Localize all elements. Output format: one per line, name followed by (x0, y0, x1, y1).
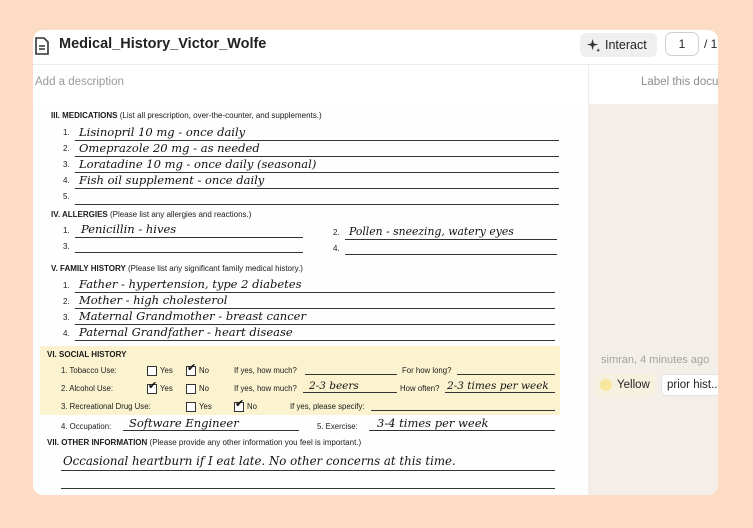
sparkle-icon (586, 38, 601, 52)
comment-meta: simran, 4 minutes ago (601, 354, 710, 366)
drug-yes-checkbox[interactable] (186, 402, 196, 412)
color-tag-label: Yellow (617, 379, 650, 391)
medication-2: Omeprazole 20 mg - as needed (79, 141, 260, 155)
drug-no-label: No (247, 402, 257, 411)
occupation-line (123, 430, 299, 431)
family-num-2: 2. (63, 297, 70, 306)
tobacco-yes-label: Yes (160, 366, 173, 375)
page-number-input[interactable]: 1 (665, 32, 699, 56)
color-tag-yellow[interactable]: Yellow (595, 374, 655, 396)
family-history-3: Maternal Grandmother - breast cancer (79, 309, 306, 323)
family-history-2: Mother - high cholesterol (79, 293, 228, 307)
alcohol-frequency: 2-3 times per week (447, 380, 549, 392)
yellow-dot-icon (600, 379, 612, 391)
tobacco-no-checkbox[interactable] (186, 361, 196, 376)
alcohol-no-label: No (199, 384, 209, 393)
interact-button[interactable]: Interact (580, 33, 657, 57)
medications-heading: III. MEDICATIONS (List all prescription,… (51, 111, 322, 120)
exercise-label: 5. Exercise: (317, 422, 358, 431)
drug-label: 3. Recreational Drug Use: (61, 402, 151, 411)
description-row: Add a description (33, 64, 588, 105)
description-input[interactable]: Add a description (35, 76, 124, 88)
tobacco-how-much-label: If yes, how much? (234, 366, 297, 375)
family-num-1: 1. (63, 281, 70, 290)
family-history-1: Father - hypertension, type 2 diabetes (79, 277, 302, 291)
tobacco-duration-line (457, 374, 555, 375)
exercise-line (369, 430, 555, 431)
tobacco-no-label: No (199, 366, 209, 375)
tobacco-yes-checkbox[interactable] (147, 366, 157, 376)
alcohol-how-often-label: How often? (400, 384, 440, 393)
drug-no-checkbox[interactable] (234, 397, 244, 412)
label-document-input[interactable]: Label this docu (641, 76, 718, 88)
other-information-heading: VII. OTHER INFORMATION (Please provide a… (47, 438, 362, 447)
other-line-2 (61, 488, 555, 489)
exercise-value: 3-4 times per week (377, 416, 489, 430)
med-line-5 (75, 204, 559, 205)
label-tag-prior-history[interactable]: prior hist... (661, 374, 718, 396)
tobacco-amount-line (305, 374, 397, 375)
alcohol-no-checkbox[interactable] (186, 384, 196, 394)
med-num-4: 4. (63, 176, 70, 185)
medication-4: Fish oil supplement - once daily (79, 173, 265, 187)
medication-1: Lisinopril 10 mg - once daily (79, 125, 246, 139)
family-history-heading: V. FAMILY HISTORY (Please list any signi… (51, 264, 303, 273)
document-card: Medical_History_Victor_Wolfe Interact 1 … (33, 30, 718, 495)
other-information-value: Occasional heartburn if I eat late. No o… (63, 454, 456, 468)
allergies-heading: IV. ALLERGIES (Please list any allergies… (51, 210, 252, 219)
document-page: III. MEDICATIONS (List all prescription,… (33, 104, 588, 495)
alcohol-amount: 2-3 beers (309, 380, 359, 392)
drug-yes-label: Yes (199, 402, 212, 411)
allergy-1: Penicillin - hives (81, 222, 177, 236)
allergy-line-4 (345, 254, 557, 255)
alcohol-amount-line (303, 392, 397, 393)
family-num-3: 3. (63, 313, 70, 322)
occupation-value: Software Engineer (129, 416, 239, 430)
other-line-1 (61, 470, 555, 471)
alcohol-yes-label: Yes (160, 384, 173, 393)
interact-label: Interact (605, 38, 647, 52)
family-line-4 (75, 340, 555, 341)
med-num-5: 5. (63, 192, 70, 201)
med-num-2: 2. (63, 144, 70, 153)
allergy-num-1: 1. (63, 226, 70, 235)
med-line-4 (75, 188, 559, 189)
drug-specify-label: If yes, please specify: (290, 402, 365, 411)
allergy-2: Pollen - sneezing, watery eyes (349, 225, 514, 238)
family-history-4: Paternal Grandfather - heart disease (79, 325, 293, 339)
alcohol-frequency-line (445, 392, 555, 393)
alcohol-yes-checkbox[interactable] (147, 379, 157, 394)
allergy-line-1 (75, 237, 303, 238)
allergy-num-4: 4. (333, 244, 340, 253)
document-icon (35, 37, 49, 55)
document-header: Medical_History_Victor_Wolfe Interact 1 … (33, 30, 718, 65)
page-total: / 1 (704, 37, 718, 51)
medication-3: Loratadine 10 mg - once daily (seasonal) (79, 157, 317, 171)
med-num-1: 1. (63, 128, 70, 137)
allergy-num-2: 2. (333, 228, 340, 237)
document-title: Medical_History_Victor_Wolfe (59, 36, 267, 52)
allergy-num-3: 3. (63, 242, 70, 251)
alcohol-label: 2. Alcohol Use: (61, 384, 114, 393)
annotation-panel (589, 104, 718, 495)
tobacco-how-long-label: For how long? (402, 366, 452, 375)
family-num-4: 4. (63, 329, 70, 338)
allergy-line-3 (75, 252, 303, 253)
occupation-label: 4. Occupation: (61, 422, 112, 431)
alcohol-how-much-label: If yes, how much? (234, 384, 297, 393)
drug-specify-line (371, 410, 555, 411)
social-history-heading: VI. SOCIAL HISTORY (47, 350, 127, 359)
allergy-line-2 (345, 239, 557, 240)
med-num-3: 3. (63, 160, 70, 169)
tobacco-label: 1. Tobacco Use: (61, 366, 117, 375)
